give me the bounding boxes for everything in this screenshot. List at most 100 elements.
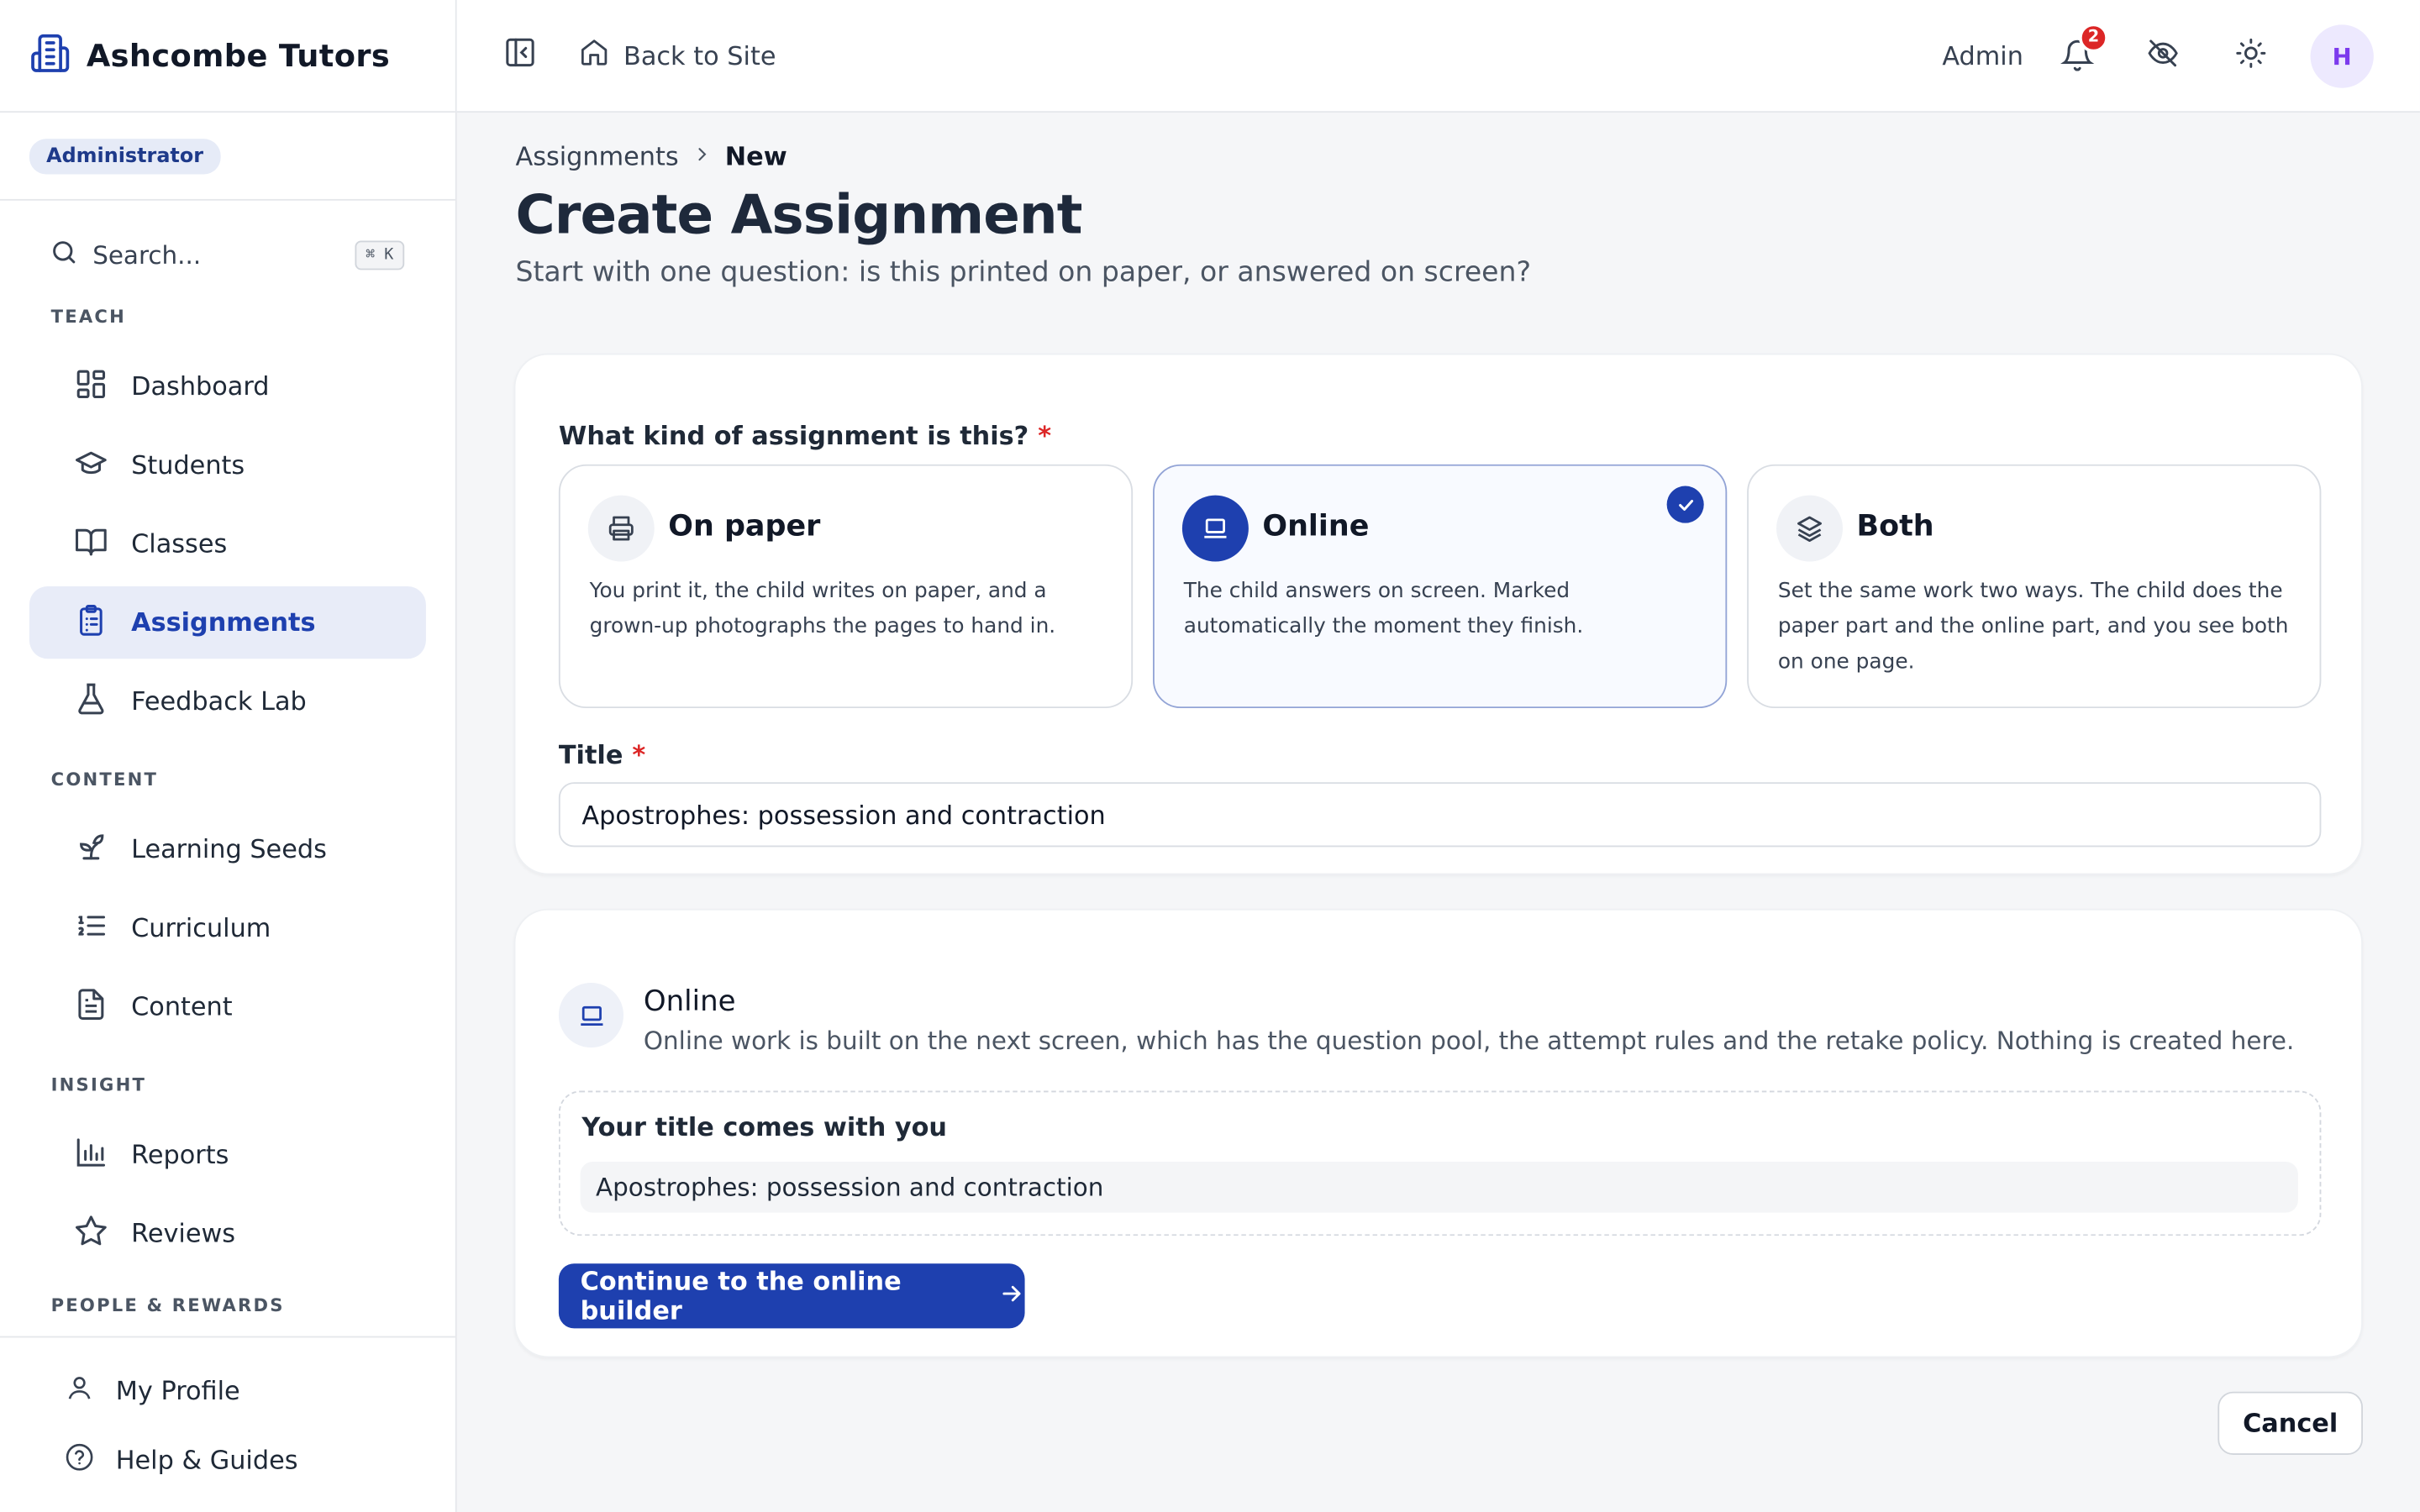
online-panel-card: Online Online work is built on the next … [513, 908, 2363, 1358]
option-online[interactable]: Online The child answers on screen. Mark… [1153, 464, 1728, 709]
breadcrumb: Assignments New [515, 140, 2363, 171]
sidebar-item-students[interactable]: Students [29, 429, 426, 501]
bell-icon [2060, 39, 2095, 78]
sidebar-item-label: My Profile [115, 1376, 240, 1406]
breadcrumb-current: New [724, 141, 787, 171]
chevron-right-icon [679, 141, 725, 171]
home-icon [579, 37, 610, 74]
option-description: You print it, the child writes on paper,… [589, 578, 1056, 639]
book-open-icon [74, 524, 108, 564]
sidebar-item-reviews[interactable]: Reviews [29, 1197, 426, 1269]
title-carry-heading: Your title comes with you [581, 1112, 948, 1142]
sidebar-item-label: Assignments [131, 607, 316, 638]
sidebar-item-assignments[interactable]: Assignments [29, 585, 426, 659]
breadcrumb-parent[interactable]: Assignments [515, 141, 678, 171]
admin-label[interactable]: Admin [1942, 42, 2023, 71]
title-label: Title * [559, 741, 645, 770]
notifications-button[interactable]: 2 [2060, 22, 2108, 78]
section-label-people-rewards: PEOPLE & REWARDS [50, 1294, 285, 1316]
sidebar-item-label: Dashboard [131, 371, 270, 402]
sidebar-item-label: Reports [131, 1140, 229, 1170]
sidebar-item-curriculum[interactable]: Curriculum [29, 892, 426, 964]
sidebar-item-label: Feedback Lab [131, 686, 307, 717]
arrow-right-icon [971, 1280, 1024, 1313]
topbar: Back to Site Admin 2 H [456, 0, 2420, 113]
brand-name: Ashcombe Tutors [86, 37, 391, 75]
sidebar: Ashcombe Tutors Administrator Search... … [0, 0, 457, 1512]
required-mark: * [632, 740, 646, 770]
search-shortcut: ⌘ K [355, 239, 405, 270]
option-on-paper[interactable]: On paper You print it, the child writes … [558, 464, 1134, 709]
title-label-text: Title [558, 740, 623, 770]
back-to-site-link[interactable]: Back to Site [565, 37, 776, 74]
option-title: On paper [668, 509, 821, 543]
star-icon [74, 1214, 108, 1254]
user-icon [65, 1373, 94, 1409]
sprout-icon [74, 829, 108, 869]
title-input[interactable] [558, 782, 2322, 848]
avatar[interactable]: H [2310, 24, 2374, 88]
page-title: Create Assignment [515, 185, 1082, 247]
option-title: Both [1856, 509, 1934, 543]
sidebar-item-classes[interactable]: Classes [29, 507, 426, 580]
sidebar-item-content[interactable]: Content [29, 970, 426, 1042]
laptop-icon [558, 982, 624, 1048]
option-both[interactable]: Both Set the same work two ways. The chi… [1747, 464, 2322, 709]
sun-icon[interactable] [2235, 37, 2268, 76]
role-badge: Administrator [29, 138, 221, 174]
title-carry-box: Your title comes with you Apostrophes: p… [558, 1090, 2322, 1236]
search-icon [50, 237, 79, 272]
content: Assignments New Create Assignment Start … [457, 140, 2420, 288]
role-row: Administrator [0, 113, 455, 201]
search-label: Search... [92, 239, 202, 270]
sidebar-item-label: Students [131, 450, 245, 480]
required-mark: * [1038, 421, 1052, 451]
section-label-content: CONTENT [50, 768, 159, 790]
sidebar-item-label: Content [131, 991, 233, 1021]
back-to-site-label: Back to Site [623, 40, 776, 71]
online-panel-description: Online work is built on the next screen,… [643, 1026, 2295, 1056]
assignment-kind-text: What kind of assignment is this? [558, 421, 1029, 451]
sidebar-item-dashboard[interactable]: Dashboard [29, 350, 426, 423]
laptop-icon [1181, 495, 1249, 562]
section-label-insight: INSIGHT [50, 1074, 147, 1096]
sidebar-item-learning-seeds[interactable]: Learning Seeds [29, 813, 426, 885]
continue-online-builder-button[interactable]: Continue to the online builder [558, 1263, 1025, 1329]
list-ordered-icon [74, 908, 108, 948]
sidebar-item-my-profile[interactable]: My Profile [0, 1356, 455, 1425]
building-icon [29, 32, 71, 80]
sidebar-item-label: Curriculum [131, 913, 271, 943]
sidebar-item-label: Reviews [131, 1218, 236, 1248]
sidebar-item-label: Learning Seeds [131, 834, 327, 864]
option-title: Online [1262, 509, 1370, 543]
sidebar-item-label: Help & Guides [115, 1445, 298, 1475]
sidebar-item-reports[interactable]: Reports [29, 1119, 426, 1191]
assignment-kind-label: What kind of assignment is this? * [559, 421, 1051, 450]
eye-off-icon[interactable] [2147, 37, 2180, 76]
page-subtitle: Start with one question: is this printed… [515, 255, 1532, 289]
sidebar-item-feedback-lab[interactable]: Feedback Lab [29, 665, 426, 738]
continue-label: Continue to the online builder [580, 1266, 902, 1326]
sidebar-bottom: My Profile Help & Guides [0, 1336, 455, 1495]
option-description: The child answers on screen. Marked auto… [1183, 578, 1584, 639]
topbar-actions: Admin 2 H [1942, 0, 2374, 113]
search-button[interactable]: Search... ⌘ K [50, 228, 405, 281]
cancel-button[interactable]: Cancel [2217, 1391, 2363, 1456]
graduation-cap-icon [74, 445, 108, 486]
file-text-icon [74, 987, 108, 1027]
option-description: Set the same work two ways. The child do… [1777, 578, 2289, 675]
layers-icon [1776, 495, 1844, 562]
brand[interactable]: Ashcombe Tutors [0, 0, 455, 113]
sidebar-item-help-guides[interactable]: Help & Guides [0, 1425, 455, 1495]
dashboard-icon [74, 366, 108, 407]
section-label-teach: TEACH [50, 305, 127, 328]
online-panel-title: Online [643, 985, 736, 1019]
collapse-sidebar-icon[interactable] [503, 35, 537, 76]
printer-icon [587, 495, 655, 562]
assignment-type-card: What kind of assignment is this? * On pap… [513, 353, 2363, 875]
title-carry-value: Apostrophes: possession and contraction [580, 1162, 2298, 1213]
sidebar-item-label: Classes [131, 528, 228, 559]
help-circle-icon [65, 1442, 94, 1478]
bar-chart-icon [74, 1135, 108, 1175]
clipboard-list-icon [74, 602, 108, 643]
